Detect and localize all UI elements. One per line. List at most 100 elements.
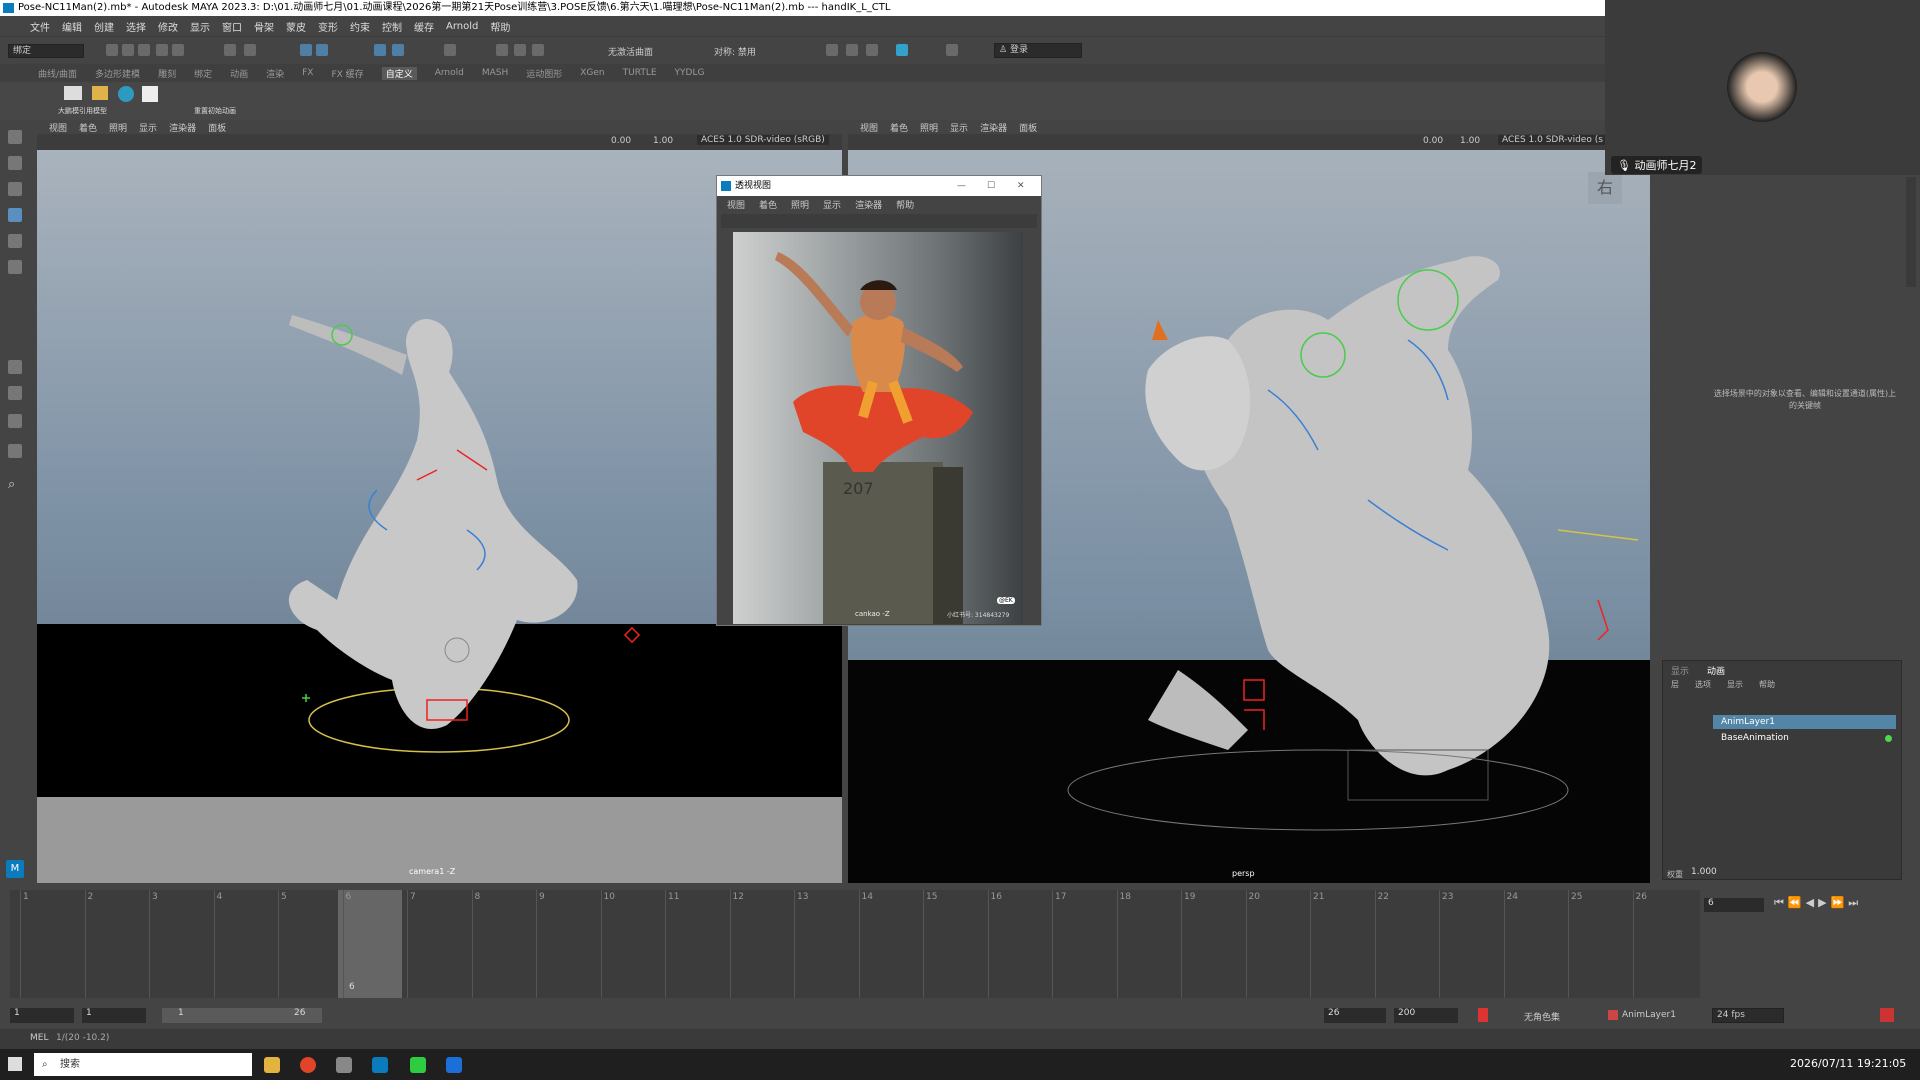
snap-plane-icon[interactable] xyxy=(392,44,404,56)
menu-select[interactable]: 选择 xyxy=(126,19,146,34)
file-explorer-icon[interactable] xyxy=(264,1057,280,1073)
live-surface-label[interactable]: 无激活曲面 xyxy=(608,45,653,58)
shelf-tab-mash[interactable]: MASH xyxy=(482,68,508,78)
reset-pose-icon[interactable] xyxy=(118,86,134,102)
folder-icon[interactable] xyxy=(92,86,108,100)
wechat-icon[interactable] xyxy=(410,1057,426,1073)
menu-file[interactable]: 文件 xyxy=(30,19,50,34)
minimize-icon[interactable]: — xyxy=(957,176,966,196)
ref-menu-shading[interactable]: 着色 xyxy=(759,198,777,211)
lock-icon[interactable] xyxy=(444,44,456,56)
hypershade-icon[interactable] xyxy=(826,44,838,56)
rotate-tool-icon[interactable] xyxy=(8,234,22,248)
layer-tab-anim[interactable]: 动画 xyxy=(1707,664,1725,677)
go-start-icon[interactable]: ⏮ xyxy=(1774,896,1788,909)
menu-help[interactable]: 帮助 xyxy=(490,19,510,34)
layer-menu-show[interactable]: 显示 xyxy=(1727,679,1743,690)
new-scene-icon[interactable] xyxy=(106,44,118,56)
select-hierarchy-icon[interactable] xyxy=(224,44,236,56)
pause-icon[interactable] xyxy=(946,44,958,56)
copy-icon[interactable] xyxy=(142,86,158,102)
mel-label[interactable]: MEL xyxy=(30,1033,48,1043)
shelf-tab-fx[interactable]: FX xyxy=(302,68,313,78)
scale-tool-icon[interactable] xyxy=(8,260,22,274)
vp2-menu-view[interactable]: 视图 xyxy=(860,121,878,134)
symmetry-label[interactable]: 对称: 禁用 xyxy=(714,45,756,58)
shelf-tab-yydlg[interactable]: YYDLG xyxy=(675,68,705,78)
menu-windows[interactable]: 窗口 xyxy=(222,19,242,34)
view-cube[interactable]: 右 xyxy=(1588,172,1622,204)
shelf-tab-motion-graphics[interactable]: 运动图形 xyxy=(526,67,562,80)
chrome-icon[interactable] xyxy=(300,1057,316,1073)
menu-deform[interactable]: 变形 xyxy=(318,19,338,34)
play-icon[interactable]: ▶ xyxy=(1818,896,1830,909)
ref-menu-renderer[interactable]: 渲染器 xyxy=(855,198,882,211)
menu-create[interactable]: 创建 xyxy=(94,19,114,34)
shelf-tab-turtle[interactable]: TURTLE xyxy=(623,68,657,78)
vp2-menu-show[interactable]: 显示 xyxy=(950,121,968,134)
four-view-icon[interactable] xyxy=(8,386,22,400)
anim-start-field[interactable]: 1 xyxy=(10,1008,74,1023)
menu-display[interactable]: 显示 xyxy=(190,19,210,34)
ipr-render-icon[interactable] xyxy=(514,44,526,56)
start-icon[interactable] xyxy=(8,1057,22,1071)
right-vp-field2[interactable]: 1.00 xyxy=(1460,136,1480,146)
layer-menu-options[interactable]: 选项 xyxy=(1695,679,1711,690)
search-box[interactable]: ⌕ 搜索 xyxy=(34,1053,252,1076)
playback-end-field[interactable]: 26 xyxy=(1324,1008,1386,1023)
snap-grid-icon[interactable] xyxy=(300,44,312,56)
playblast-icon[interactable] xyxy=(896,44,908,56)
character-set-label[interactable]: 无角色集 xyxy=(1524,1010,1560,1023)
shelf-tab-rigging[interactable]: 绑定 xyxy=(194,67,212,80)
vp2-menu-shading[interactable]: 着色 xyxy=(890,121,908,134)
current-frame-marker[interactable] xyxy=(338,890,402,998)
reference-icon[interactable] xyxy=(64,86,82,100)
anim-end-field[interactable]: 200 xyxy=(1394,1008,1458,1023)
vp-menu-shading[interactable]: 着色 xyxy=(79,121,97,134)
ref-menu-show[interactable]: 显示 xyxy=(823,198,841,211)
play-back-icon[interactable]: ◀ xyxy=(1806,896,1818,909)
menu-arnold[interactable]: Arnold xyxy=(446,21,478,32)
layer-menu-help[interactable]: 帮助 xyxy=(1759,679,1775,690)
snap-point-icon[interactable] xyxy=(374,44,386,56)
vp-menu-panels[interactable]: 面板 xyxy=(208,121,226,134)
vp-menu-show[interactable]: 显示 xyxy=(139,121,157,134)
side-tab-strip[interactable] xyxy=(1906,177,1916,287)
select-object-icon[interactable] xyxy=(244,44,256,56)
layer-menu-layers[interactable]: 层 xyxy=(1671,679,1679,690)
prefs-icon[interactable] xyxy=(1880,1008,1894,1022)
shelf-tab-rendering[interactable]: 渲染 xyxy=(266,67,284,80)
menu-skin[interactable]: 蒙皮 xyxy=(286,19,306,34)
maya-home-icon[interactable]: M xyxy=(6,860,24,878)
shelf-tab-arnold[interactable]: Arnold xyxy=(435,68,464,78)
menu-control[interactable]: 控制 xyxy=(382,19,402,34)
vp2-menu-panels[interactable]: 面板 xyxy=(1019,121,1037,134)
script-editor-icon[interactable] xyxy=(866,44,878,56)
shelf-tab-curves[interactable]: 曲线/曲面 xyxy=(38,67,77,80)
shelf-tab-fx-cache[interactable]: FX 缓存 xyxy=(331,67,363,80)
ref-window-titlebar[interactable]: 透视视图 — ☐ ✕ xyxy=(717,176,1041,196)
range-slider[interactable]: 1 26 xyxy=(162,1008,322,1023)
right-vp-colorspace[interactable]: ACES 1.0 SDR-video (s xyxy=(1498,135,1607,145)
menu-constrain[interactable]: 约束 xyxy=(350,19,370,34)
anim-layer-label[interactable]: AnimLayer1 xyxy=(1622,1010,1676,1020)
vp2-menu-lighting[interactable]: 照明 xyxy=(920,121,938,134)
current-frame-field[interactable]: 6 xyxy=(1704,898,1764,912)
meeting-icon[interactable] xyxy=(446,1057,462,1073)
left-vp-colorspace[interactable]: ACES 1.0 SDR-video (sRGB) xyxy=(697,135,829,145)
layer-tab-display[interactable]: 显示 xyxy=(1671,664,1689,677)
auto-key-icon[interactable] xyxy=(1478,1008,1488,1022)
app-icon[interactable] xyxy=(336,1057,352,1073)
open-scene-icon[interactable] xyxy=(122,44,134,56)
render-settings-icon[interactable] xyxy=(532,44,544,56)
login-combo[interactable]: ♙ 登录 xyxy=(994,43,1082,58)
shelf-tab-custom[interactable]: 自定义 xyxy=(381,66,417,80)
shelf-tab-animation[interactable]: 动画 xyxy=(230,67,248,80)
fps-combo[interactable]: 24 fps xyxy=(1712,1008,1784,1023)
lasso-tool-icon[interactable] xyxy=(8,156,22,170)
ref-menu-lighting[interactable]: 照明 xyxy=(791,198,809,211)
single-view-icon[interactable] xyxy=(8,360,22,374)
outliner-icon[interactable] xyxy=(8,444,22,458)
right-vp-field1[interactable]: 0.00 xyxy=(1423,136,1443,146)
search-icon[interactable]: ⌕ xyxy=(8,478,22,492)
